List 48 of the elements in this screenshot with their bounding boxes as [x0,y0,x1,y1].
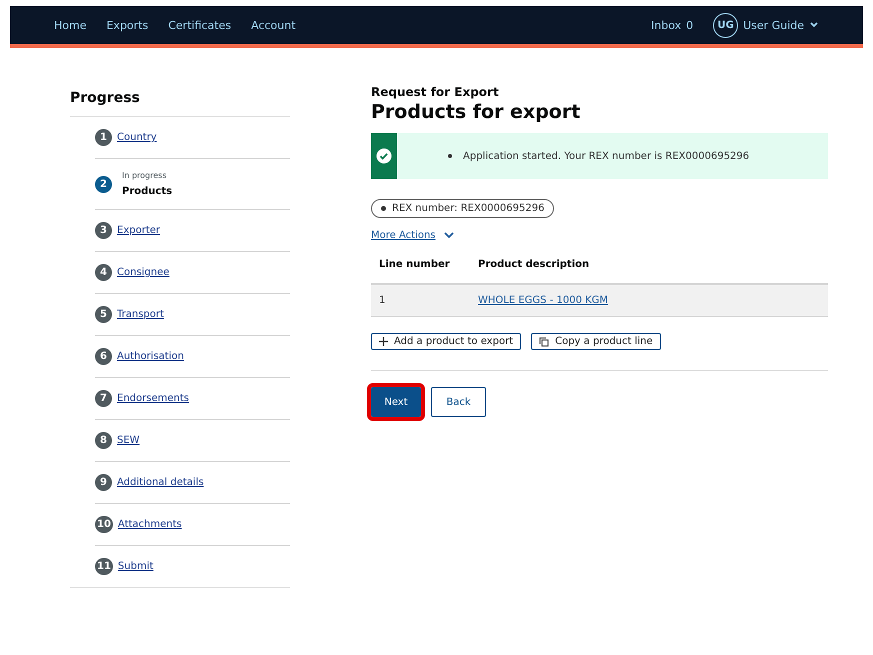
table-cell: 1 [371,284,470,316]
bullet-icon [448,154,452,158]
step-number: 6 [95,348,112,365]
step-link[interactable]: Endorsements [117,393,189,404]
step-number: 5 [95,306,112,323]
nav-link[interactable]: Account [251,18,296,32]
step-number: 10 [95,516,113,533]
add-product-button[interactable]: Add a product to export [371,333,522,350]
next-button[interactable]: Next [371,387,421,417]
more-actions-link[interactable]: More Actions [371,230,436,241]
user-avatar[interactable]: UG [713,12,738,38]
step-number: 9 [95,474,112,491]
plus-icon [379,337,388,346]
copy-line-button[interactable]: Copy a product line [531,333,661,350]
chevron-down-icon[interactable] [444,232,454,239]
step-number: 1 [95,129,112,146]
nav-link[interactable]: Exports [106,18,148,32]
step-number: 3 [95,222,112,239]
step-status: In progress [122,171,168,180]
copy-icon [539,336,550,346]
step-link[interactable]: Attachments [118,519,182,530]
step-link[interactable]: Exporter [117,225,160,236]
product-link[interactable]: WHOLE EGGS - 1000 KGM [478,295,608,306]
step-number: 2 [95,176,112,192]
inbox-count: 0 [686,18,694,32]
step-link[interactable]: Additional details [117,477,204,488]
step-link[interactable]: SEW [117,435,140,446]
step-number: 7 [95,390,112,407]
step-link[interactable]: Authorisation [117,351,184,362]
step-number: 11 [95,558,113,575]
step-number: 4 [95,264,112,281]
step-number: 8 [95,432,112,449]
step-link[interactable]: Transport [117,309,164,320]
page-heading: Products for export [371,101,582,123]
rex-number-tag: REX number: REX0000695296 [371,199,554,218]
nav-link[interactable]: Certificates [168,18,232,32]
step-link[interactable]: Country [117,132,157,143]
alert-message: Application started. Your REX number is REX0000695296 [463,150,750,162]
user-name[interactable]: User Guide [743,18,804,32]
step-link[interactable]: Consignee [117,267,170,278]
page-caption: Request for Export [371,85,500,99]
current-step: Products [122,186,172,197]
check-circle-icon [376,148,392,164]
progress-title: Progress [70,90,290,117]
nav-link[interactable]: Home [54,18,86,32]
step-link[interactable]: Submit [118,561,154,572]
back-button[interactable]: Back [431,387,486,417]
inbox-link[interactable]: Inbox [651,18,682,32]
